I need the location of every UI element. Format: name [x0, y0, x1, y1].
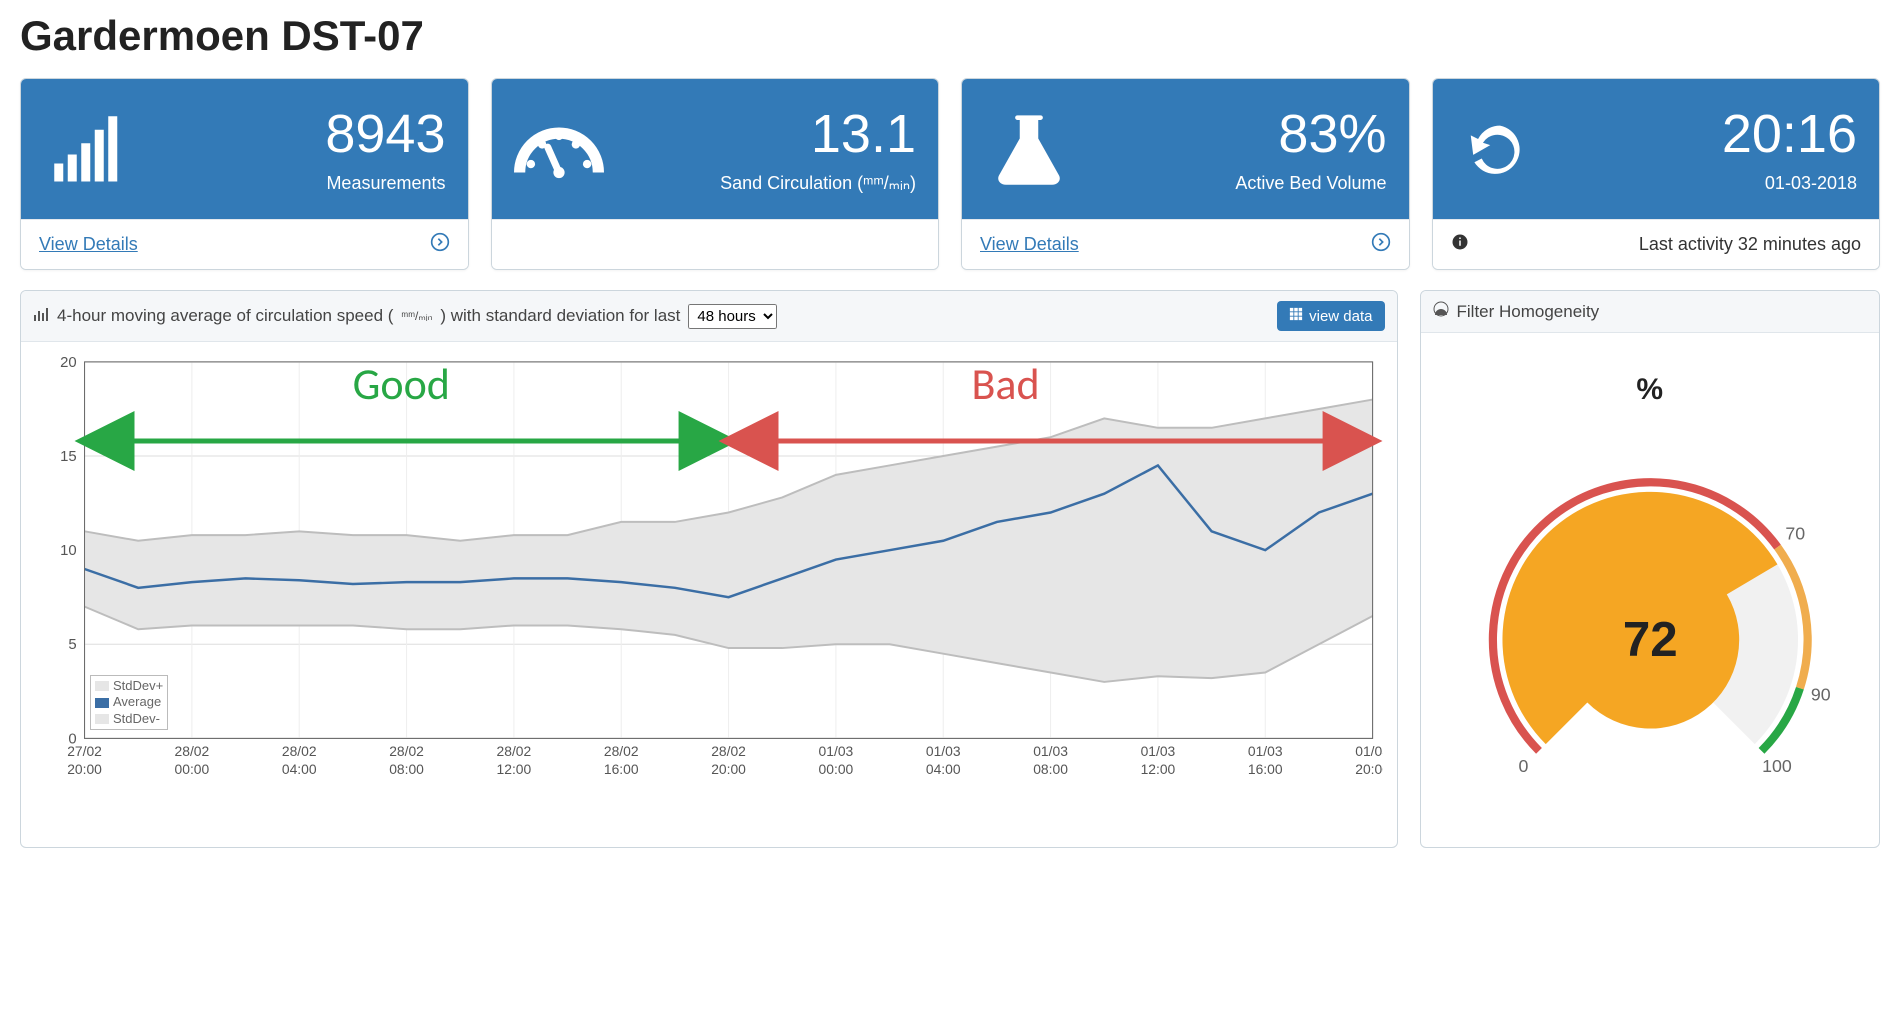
card-sand-circulation: 13.1 Sand Circulation (ᵐᵐ/ₘᵢₙ) — [491, 78, 940, 270]
link-label: View Details — [39, 234, 138, 255]
arrow-right-icon — [1371, 232, 1391, 257]
panel-circulation-chart: 4-hour moving average of circulation spe… — [20, 290, 1398, 848]
svg-text:01/03: 01/03 — [926, 743, 961, 759]
info-icon — [1451, 233, 1469, 256]
time-range-select[interactable]: 24 hours48 hours7 days — [688, 304, 777, 329]
gauge-title: Filter Homogeneity — [1457, 302, 1600, 322]
card-active-bed-volume: 83% Active Bed Volume View Details — [961, 78, 1410, 270]
svg-text:28/02: 28/02 — [282, 743, 317, 759]
refresh-icon — [1455, 111, 1545, 189]
svg-text:04:00: 04:00 — [282, 761, 317, 777]
measurements-value: 8943 — [133, 107, 446, 161]
panel-filter-homogeneity: Filter Homogeneity % 72 0 70 90 100 — [1420, 290, 1881, 848]
measurements-details-link[interactable]: View Details — [21, 219, 468, 269]
arrow-right-icon — [430, 232, 450, 257]
svg-text:12:00: 12:00 — [1141, 761, 1176, 777]
legend-stddev-plus: StdDev+ — [113, 678, 163, 694]
svg-text:20:00: 20:00 — [67, 761, 102, 777]
bed-volume-label: Active Bed Volume — [1074, 173, 1387, 194]
svg-text:08:00: 08:00 — [1033, 761, 1068, 777]
svg-text:08:00: 08:00 — [389, 761, 424, 777]
view-data-label: view data — [1309, 308, 1372, 325]
gauge-dash-icon — [514, 117, 604, 183]
svg-text:01/03: 01/03 — [1355, 743, 1382, 759]
svg-text:16:00: 16:00 — [1248, 761, 1283, 777]
svg-text:10: 10 — [60, 543, 77, 559]
summary-cards: 8943 Measurements View Details — [20, 78, 1880, 270]
svg-text:16:00: 16:00 — [604, 761, 639, 777]
svg-text:20:00: 20:00 — [1355, 761, 1382, 777]
svg-text:28/02: 28/02 — [175, 743, 210, 759]
svg-text:01/03: 01/03 — [1141, 743, 1176, 759]
svg-text:100: 100 — [1762, 756, 1792, 776]
line-chart-svg: 0510152027/0220:0028/0200:0028/0204:0028… — [35, 352, 1383, 788]
clock-time: 20:16 — [1545, 107, 1858, 161]
svg-text:01/03: 01/03 — [1033, 743, 1068, 759]
page-title: Gardermoen DST-07 — [20, 12, 1880, 60]
svg-text:00:00: 00:00 — [175, 761, 210, 777]
svg-text:28/02: 28/02 — [711, 743, 746, 759]
bar-chart-icon — [43, 114, 133, 186]
legend-stddev-minus: StdDev- — [113, 711, 160, 727]
svg-text:5: 5 — [68, 637, 76, 653]
homogeneity-gauge: % 72 0 70 90 100 — [1435, 343, 1866, 833]
svg-text:12:00: 12:00 — [497, 761, 532, 777]
circulation-value: 13.1 — [604, 107, 917, 161]
svg-text:15: 15 — [60, 449, 77, 465]
svg-text:28/02: 28/02 — [389, 743, 424, 759]
svg-text:01/03: 01/03 — [819, 743, 854, 759]
chart-title-pre: 4-hour moving average of circulation spe… — [57, 306, 393, 326]
bed-volume-details-link[interactable]: View Details — [962, 219, 1409, 269]
legend-average: Average — [113, 694, 161, 710]
svg-text:27/02: 27/02 — [67, 743, 102, 759]
grid-icon — [1289, 307, 1303, 325]
last-activity-text: Last activity 32 minutes ago — [1477, 234, 1862, 255]
svg-text:20:00: 20:00 — [711, 761, 746, 777]
circulation-chart: 0510152027/0220:0028/0200:0028/0204:0028… — [35, 352, 1383, 788]
bed-volume-value: 83% — [1074, 107, 1387, 161]
svg-text:28/02: 28/02 — [497, 743, 532, 759]
dashboard-icon — [1433, 301, 1449, 322]
link-label: View Details — [980, 234, 1079, 255]
chart-title-unit: ᵐᵐ/ₘᵢₙ — [401, 309, 432, 323]
last-activity-footer: Last activity 32 minutes ago — [1433, 219, 1880, 269]
gauge-svg: 72 0 70 90 100 — [1445, 407, 1856, 818]
clock-date: 01-03-2018 — [1545, 173, 1858, 194]
svg-text:00:00: 00:00 — [819, 761, 854, 777]
svg-text:04:00: 04:00 — [926, 761, 961, 777]
card-measurements: 8943 Measurements View Details — [20, 78, 469, 270]
bar-chart-small-icon — [33, 306, 49, 327]
chart-title-post: ) with standard deviation for last — [440, 306, 680, 326]
circulation-footer-empty — [492, 219, 939, 269]
circulation-label: Sand Circulation (ᵐᵐ/ₘᵢₙ) — [604, 173, 917, 194]
svg-text:0: 0 — [1518, 756, 1528, 776]
svg-text:90: 90 — [1810, 684, 1830, 704]
view-data-button[interactable]: view data — [1277, 301, 1384, 331]
svg-text:70: 70 — [1785, 524, 1805, 544]
chart-legend: StdDev+ Average StdDev- — [90, 675, 168, 730]
flask-icon — [984, 113, 1074, 187]
card-clock: 20:16 01-03-2018 Last activity 32 minute… — [1432, 78, 1881, 270]
gauge-percent-symbol: % — [1445, 373, 1856, 407]
measurements-label: Measurements — [133, 173, 446, 194]
svg-text:20: 20 — [60, 355, 77, 371]
svg-text:01/03: 01/03 — [1248, 743, 1283, 759]
svg-text:72: 72 — [1622, 612, 1677, 667]
svg-text:28/02: 28/02 — [604, 743, 639, 759]
